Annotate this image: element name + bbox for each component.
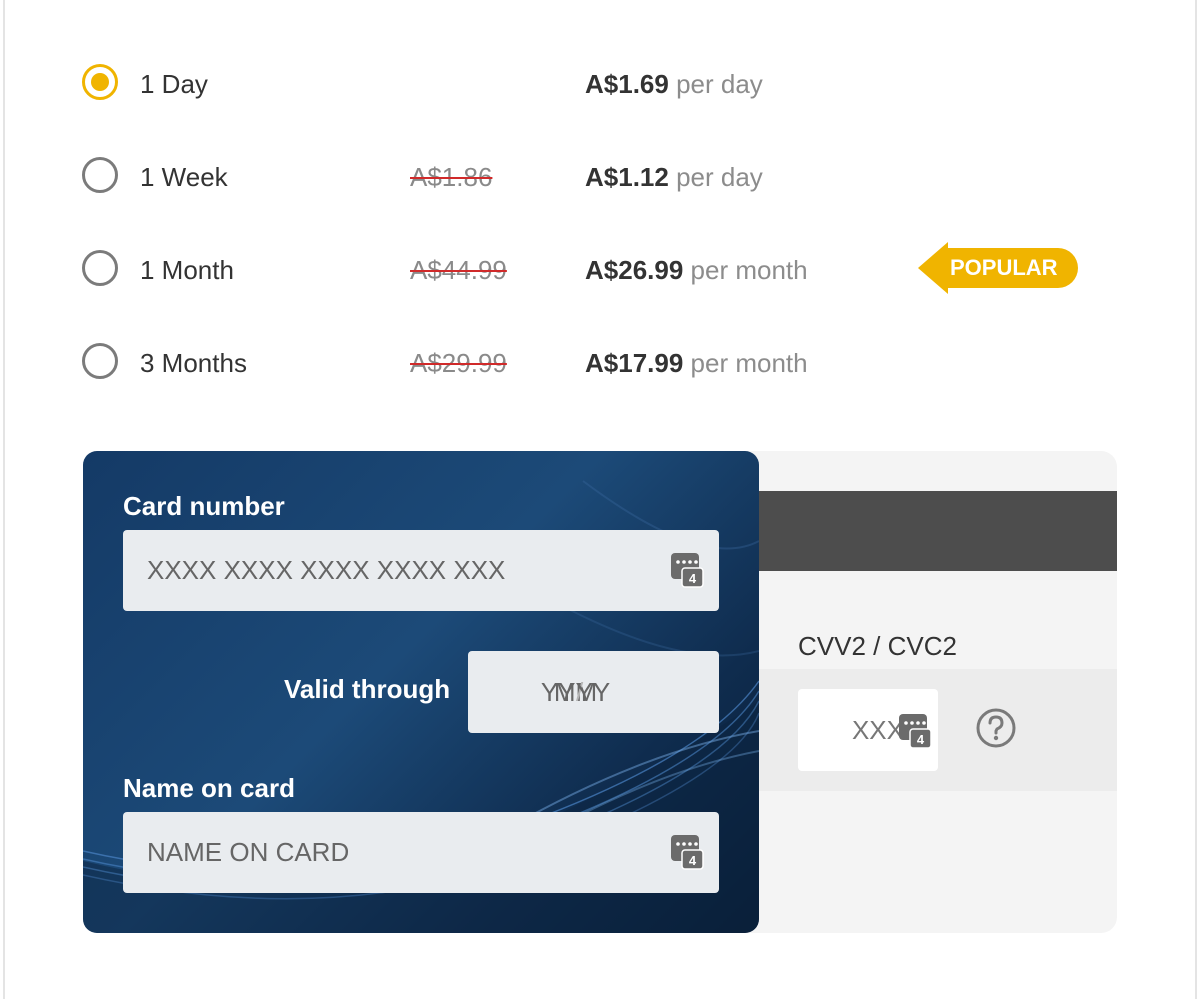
plan-option-1-week[interactable]: 1 Week A$1.86 A$1.12 per day xyxy=(80,153,1120,246)
radio-selected-icon[interactable] xyxy=(82,64,118,100)
plan-list: 1 Day A$1.69 per day 1 Week A$1.86 A$1.1… xyxy=(80,60,1120,432)
price-amount: A$17.99 xyxy=(585,348,684,378)
card-back: CVV2 / CVC2 4 xyxy=(723,451,1117,933)
cvv-input[interactable] xyxy=(798,689,904,771)
virtual-keyboard-icon[interactable]: 4 xyxy=(898,713,932,749)
plan-name: 3 Months xyxy=(140,348,247,378)
plan-price: A$26.99 per month xyxy=(585,255,808,286)
magnetic-stripe xyxy=(723,491,1117,571)
popular-badge: POPULAR xyxy=(918,242,1078,294)
plan-price: A$1.12 per day xyxy=(585,162,763,193)
price-unit: per day xyxy=(676,69,763,99)
plan-option-1-day[interactable]: 1 Day A$1.69 per day xyxy=(80,60,1120,153)
plan-price: A$17.99 per month xyxy=(585,348,808,379)
virtual-keyboard-icon[interactable]: 4 xyxy=(670,552,704,588)
radio-icon[interactable] xyxy=(82,343,118,379)
expiry-field[interactable]: / xyxy=(468,651,719,733)
price-amount: A$1.69 xyxy=(585,69,669,99)
plan-price: A$1.69 per day xyxy=(585,69,763,100)
price-unit: per day xyxy=(676,162,763,192)
help-icon[interactable] xyxy=(975,707,1017,749)
cvv-field[interactable]: 4 xyxy=(798,689,938,771)
plan-name: 1 Month xyxy=(140,255,234,285)
price-amount: A$1.12 xyxy=(585,162,669,192)
payment-card-form: CVV2 / CVC2 4 xyxy=(83,451,1117,933)
frame-border-right xyxy=(1195,0,1197,999)
badge-label: POPULAR xyxy=(946,248,1078,288)
card-number-field[interactable]: 4 xyxy=(123,530,719,611)
valid-through-label: Valid through xyxy=(284,674,451,704)
name-on-card-input[interactable] xyxy=(123,812,719,893)
radio-icon[interactable] xyxy=(82,157,118,193)
plan-option-1-month[interactable]: 1 Month A$44.99 A$26.99 per month POPULA… xyxy=(80,242,1120,339)
plan-option-3-months[interactable]: 3 Months A$29.99 A$17.99 per month xyxy=(80,339,1120,432)
badge-arrow-icon xyxy=(918,242,948,294)
card-number-input[interactable] xyxy=(123,530,719,611)
frame-border-left xyxy=(3,0,5,999)
plan-name: 1 Week xyxy=(140,162,228,192)
name-on-card-label: Name on card xyxy=(123,773,295,803)
plan-name: 1 Day xyxy=(140,69,208,99)
keyboard-icon-digit: 4 xyxy=(917,732,925,747)
old-price: A$1.86 xyxy=(410,162,493,192)
cvv-label: CVV2 / CVC2 xyxy=(798,631,957,661)
old-price: A$29.99 xyxy=(410,348,507,378)
card-number-label: Card number xyxy=(123,491,285,521)
price-unit: per month xyxy=(690,348,808,378)
radio-icon[interactable] xyxy=(82,250,118,286)
card-front: Card number 4 Valid through / Name on ca… xyxy=(83,451,759,933)
old-price: A$44.99 xyxy=(410,255,507,285)
keyboard-icon-digit: 4 xyxy=(689,571,697,586)
keyboard-icon-digit: 4 xyxy=(689,853,697,868)
virtual-keyboard-icon[interactable]: 4 xyxy=(670,834,704,870)
price-unit: per month xyxy=(690,255,808,285)
expiry-year-input[interactable] xyxy=(468,651,719,733)
name-on-card-field[interactable]: 4 xyxy=(123,812,719,893)
price-amount: A$26.99 xyxy=(585,255,684,285)
